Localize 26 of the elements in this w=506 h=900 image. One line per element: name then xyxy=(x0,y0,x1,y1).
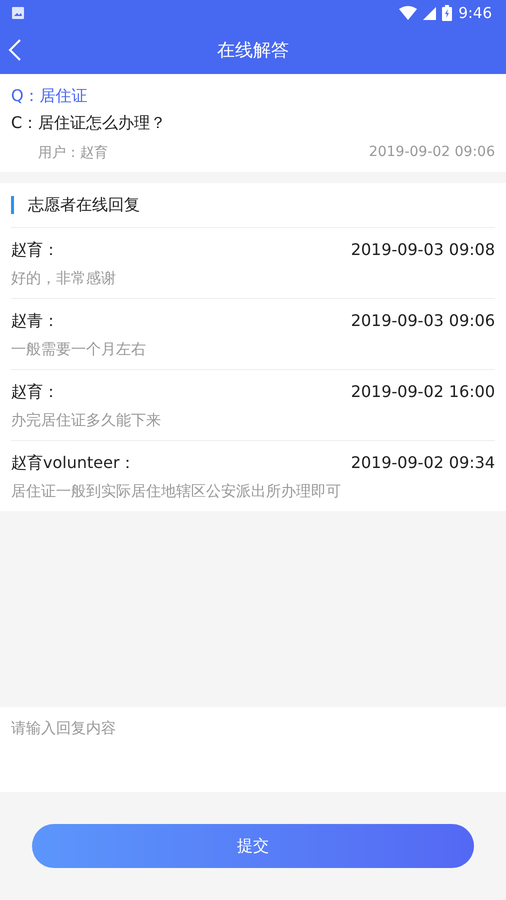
section-marker xyxy=(11,196,14,214)
status-time: 9:46 xyxy=(458,4,492,22)
signal-icon xyxy=(423,6,436,20)
question-user: 用户：赵育 xyxy=(38,144,108,162)
reply-text: 好的，非常感谢 xyxy=(11,269,117,288)
reply-time: 2019-09-03 09:06 xyxy=(350,311,495,332)
reply-author: 赵育volunteer： xyxy=(11,453,136,474)
reply-time: 2019-09-02 16:00 xyxy=(350,382,495,403)
question-topic: Q：居住证 xyxy=(11,86,89,107)
reply-input-field[interactable]: 请输入回复内容 xyxy=(0,707,506,792)
reply-text: 居住证一般到实际居住地辖区公安派出所办理即可 xyxy=(11,482,342,501)
reply-time: 2019-09-03 09:08 xyxy=(350,240,495,261)
reply-text: 办完居住证多久能下来 xyxy=(11,411,162,430)
reply-time: 2019-09-02 09:34 xyxy=(350,453,495,474)
page-title: 在线解答 xyxy=(217,39,289,62)
submit-button[interactable]: 提交 xyxy=(32,824,474,868)
reply-author: 赵育： xyxy=(11,240,59,261)
question-content: C：居住证怎么办理？ xyxy=(11,113,168,134)
wifi-icon xyxy=(399,6,418,20)
image-icon xyxy=(11,6,25,20)
question-time: 2019-09-02 09:06 xyxy=(368,144,495,162)
battery-icon xyxy=(442,5,452,21)
reply-text: 一般需要一个月左右 xyxy=(11,340,147,359)
reply-author: 赵育： xyxy=(11,382,59,403)
reply-author: 赵青： xyxy=(11,311,59,332)
section-title: 志愿者在线回复 xyxy=(28,194,140,216)
